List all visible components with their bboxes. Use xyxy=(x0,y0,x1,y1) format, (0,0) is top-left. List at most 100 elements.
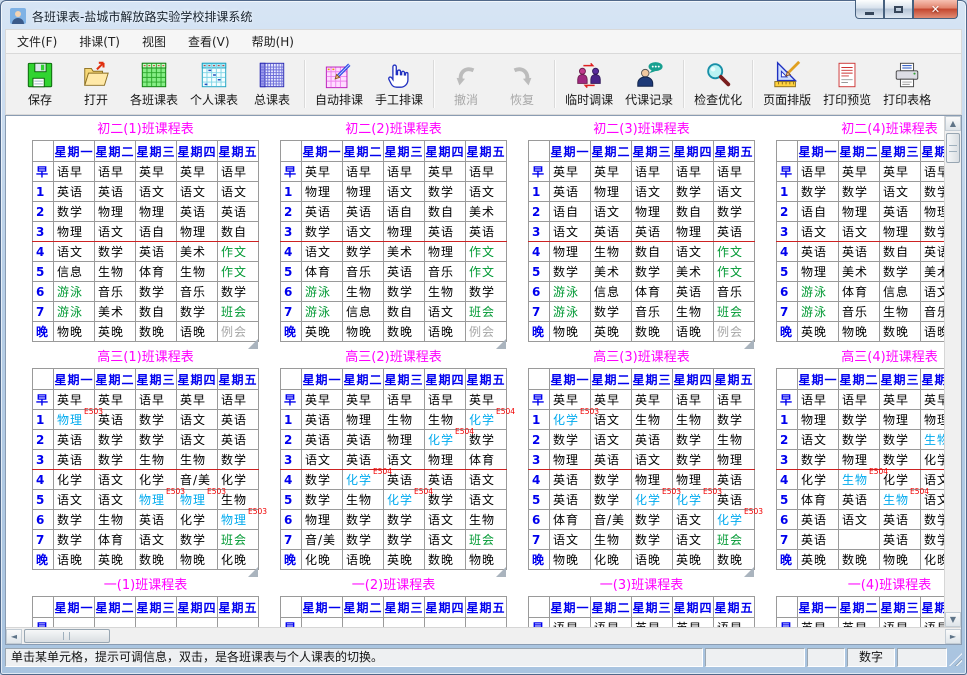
timetable-cell[interactable]: 英语 xyxy=(798,510,839,530)
timetable-cell[interactable]: 班会 xyxy=(714,530,755,550)
timetable-cell[interactable]: 语文 xyxy=(591,202,632,222)
timetable-cell[interactable]: 生物 xyxy=(714,430,755,450)
timetable-cell[interactable]: 语早 xyxy=(550,618,591,628)
timetable-cell[interactable]: 数学 xyxy=(95,450,136,470)
timetable-cell[interactable]: 物理 xyxy=(425,242,466,262)
timetable-cell[interactable]: 英语 xyxy=(177,202,218,222)
timetable-cell[interactable]: 语晚 xyxy=(177,322,218,342)
timetable-cell[interactable]: 数晚 xyxy=(136,550,177,570)
timetable-cell[interactable]: 数学 xyxy=(798,450,839,470)
timetable-cell[interactable]: 英语 xyxy=(218,202,259,222)
timetable-cell[interactable]: 英语 xyxy=(921,242,945,262)
timetable-cell[interactable]: 语早 xyxy=(880,618,921,628)
timetable-cell[interactable]: 英语 xyxy=(218,430,259,450)
timetable-cell[interactable]: 物晚 xyxy=(550,322,591,342)
timetable-cell[interactable]: 语早 xyxy=(384,162,425,182)
timetable-cell[interactable]: 英早 xyxy=(177,390,218,410)
timetable-cell[interactable]: 信息 xyxy=(880,282,921,302)
redo-button[interactable]: 恢复 xyxy=(494,58,550,110)
timetable-cell[interactable]: 数学 xyxy=(177,302,218,322)
maximize-button[interactable] xyxy=(884,0,913,19)
timetable-cell[interactable]: 体育 xyxy=(550,510,591,530)
timetable-cell[interactable]: 数学 xyxy=(673,430,714,450)
timetable-cell[interactable]: 数学 xyxy=(714,202,755,222)
timetable-cell[interactable]: 生物 xyxy=(591,530,632,550)
timetable-cell[interactable]: 数学 xyxy=(632,510,673,530)
timetable-cell[interactable]: 数学 xyxy=(384,510,425,530)
timetable-cell[interactable]: 语文 xyxy=(839,510,880,530)
timetable-cell[interactable]: 语早 xyxy=(591,618,632,628)
timetable-cell[interactable]: 作文 xyxy=(218,242,259,262)
timetable-cell[interactable]: 语文 xyxy=(880,182,921,202)
timetable-cell[interactable] xyxy=(177,618,218,628)
timetable-cell[interactable]: 数学 xyxy=(921,530,945,550)
timetable-cell[interactable]: 生物 xyxy=(673,302,714,322)
timetable-cell[interactable]: 数学 xyxy=(136,410,177,430)
timetable-cell[interactable]: 语文 xyxy=(177,430,218,450)
timetable-cell[interactable]: 作文 xyxy=(218,262,259,282)
timetable-cell[interactable]: 数学 xyxy=(177,530,218,550)
timetable-cell[interactable]: 生物E504 xyxy=(921,430,945,450)
timetable-cell[interactable]: 音乐 xyxy=(177,282,218,302)
timetable-cell[interactable]: 英晚 xyxy=(302,322,343,342)
timetable-cell[interactable]: 化晚 xyxy=(921,550,945,570)
timetable-cell[interactable]: 语文 xyxy=(95,470,136,490)
timetable-cell[interactable]: 体育 xyxy=(466,450,507,470)
timetable-cell[interactable]: 英语 xyxy=(218,410,259,430)
timetable-cell[interactable]: 语早 xyxy=(466,162,507,182)
timetable-cell[interactable]: 语文 xyxy=(302,450,343,470)
timetable-cell[interactable]: 数学 xyxy=(839,182,880,202)
timetable-cell[interactable]: 英语 xyxy=(632,430,673,450)
scroll-down-button[interactable]: ▼ xyxy=(945,612,961,627)
timetable-cell[interactable]: 数学 xyxy=(218,282,259,302)
layout-button[interactable]: 页面排版 xyxy=(757,58,817,110)
timetable-cell[interactable]: 英语 xyxy=(343,202,384,222)
timetable-cell[interactable]: 英早 xyxy=(839,162,880,182)
timetable-cell[interactable]: 数学 xyxy=(95,242,136,262)
timetable-cell[interactable]: 英语 xyxy=(591,222,632,242)
timetable-cell[interactable]: 英晚 xyxy=(384,550,425,570)
timetable-cell[interactable]: 美术 xyxy=(466,202,507,222)
timetable-cell[interactable]: 语文 xyxy=(95,222,136,242)
timetable-cell[interactable]: 生物 xyxy=(673,410,714,430)
timetable-cell[interactable]: 音乐 xyxy=(632,302,673,322)
timetable-cell[interactable]: 英语 xyxy=(550,182,591,202)
timetable-cell[interactable]: 物理 xyxy=(632,202,673,222)
timetable-cell[interactable]: 数学 xyxy=(714,410,755,430)
timetable-cell[interactable]: 英早 xyxy=(921,390,945,410)
timetable-cell[interactable]: 数学 xyxy=(343,242,384,262)
timetable-cell[interactable]: 英晚 xyxy=(95,550,136,570)
timetable-cell[interactable] xyxy=(466,618,507,628)
timetable-cell[interactable] xyxy=(384,618,425,628)
timetable-cell[interactable]: 体育 xyxy=(95,530,136,550)
timetable-cell[interactable]: 物理 xyxy=(921,410,945,430)
timetable-cell[interactable]: 英语 xyxy=(54,450,95,470)
timetable-cell[interactable]: 语文 xyxy=(632,182,673,202)
timetable-cell[interactable]: 英语 xyxy=(839,490,880,510)
timetable-cell[interactable]: 语早 xyxy=(921,618,945,628)
timetable-cell[interactable]: 语晚 xyxy=(425,322,466,342)
timetable-cell[interactable]: 英早 xyxy=(136,162,177,182)
timetable-cell[interactable]: 数学 xyxy=(839,430,880,450)
save-button[interactable]: 保存 xyxy=(12,58,68,110)
timetable-cell[interactable]: 数学 xyxy=(218,450,259,470)
timetable-cell[interactable]: 美术 xyxy=(591,262,632,282)
timetable-cell[interactable]: 音/美 xyxy=(302,530,343,550)
timetable-cell[interactable]: 语早 xyxy=(218,162,259,182)
timetable-cell[interactable]: 物理 xyxy=(384,222,425,242)
timetable-cell[interactable]: 语晚 xyxy=(54,550,95,570)
timetable-cell[interactable]: 物理 xyxy=(673,222,714,242)
timetable-cell[interactable]: 化学 xyxy=(177,510,218,530)
timetable-cell[interactable]: 数学 xyxy=(302,222,343,242)
timetable-cell[interactable]: 数学 xyxy=(880,262,921,282)
timetable-cell[interactable]: 英晚 xyxy=(673,550,714,570)
timetable-cell[interactable] xyxy=(218,618,259,628)
check-button[interactable]: 检查优化 xyxy=(688,58,748,110)
timetable-cell[interactable]: 语早 xyxy=(673,390,714,410)
timetable-cell[interactable]: 物理 xyxy=(384,430,425,450)
master-table-button[interactable]: 总课表 xyxy=(244,58,300,110)
timetable-cell[interactable]: 语早 xyxy=(798,390,839,410)
timetable-cell[interactable]: 语自 xyxy=(384,202,425,222)
timetable-cell[interactable]: 游泳 xyxy=(550,302,591,322)
timetable-cell[interactable]: 物理 xyxy=(798,262,839,282)
